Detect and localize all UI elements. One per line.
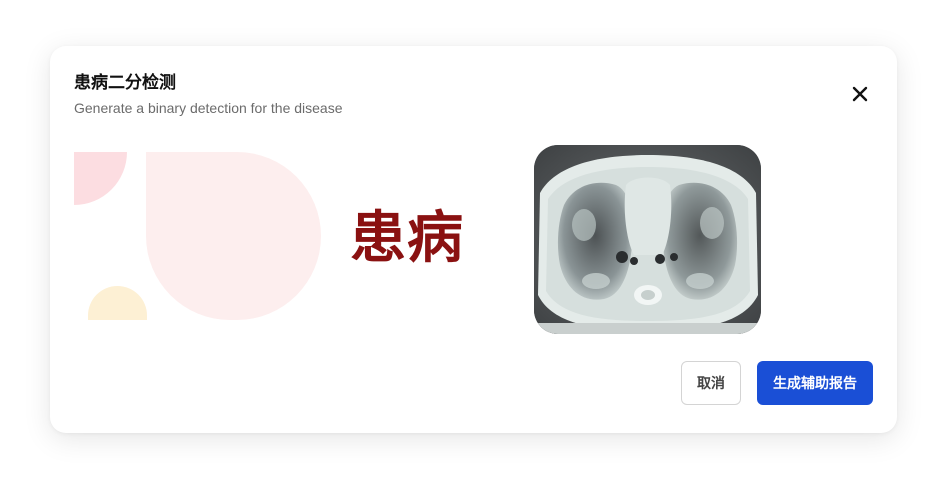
generate-report-button[interactable]: 生成辅助报告	[757, 361, 873, 405]
close-button[interactable]	[846, 80, 874, 108]
decorative-yellow-shape	[88, 286, 147, 320]
close-icon	[852, 86, 868, 102]
lung-ct-scan-image	[534, 145, 761, 334]
decorative-drop-shape	[146, 152, 321, 320]
detection-dialog: 患病二分检测 Generate a binary detection for t…	[50, 46, 897, 433]
dialog-title: 患病二分检测	[74, 73, 176, 92]
cancel-button[interactable]: 取消	[681, 361, 741, 405]
disease-label: 患病	[350, 205, 464, 271]
page-backdrop: 患病二分检测 Generate a binary detection for t…	[0, 0, 947, 487]
decorative-pink-shape	[74, 152, 127, 205]
dialog-subtitle: Generate a binary detection for the dise…	[74, 100, 343, 116]
